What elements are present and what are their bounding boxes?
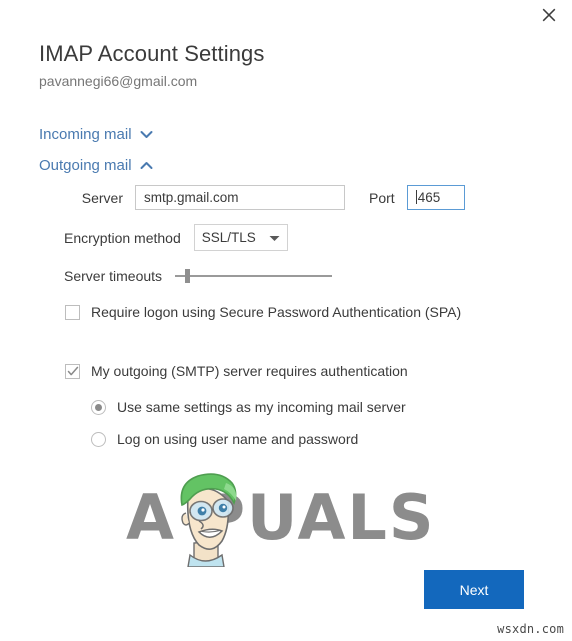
radio-use-same-settings-label: Use same settings as my incoming mail se… <box>117 399 406 415</box>
server-input[interactable] <box>135 185 345 210</box>
text-caret <box>415 190 417 204</box>
appuals-mascot-icon <box>166 469 244 572</box>
smtp-auth-checkbox[interactable]: My outgoing (SMTP) server requires authe… <box>65 362 408 381</box>
radio-circle <box>91 400 106 415</box>
chevron-down-icon <box>269 230 280 245</box>
server-timeouts-row: Server timeouts <box>64 268 333 284</box>
imap-account-settings-dialog: IMAP Account Settings pavannegi66@gmail.… <box>0 0 572 641</box>
site-watermark: wsxdn.com <box>497 622 564 636</box>
encryption-method-value: SSL/TLS <box>201 230 256 245</box>
slider-track <box>175 275 333 277</box>
encryption-method-row: Encryption method SSL/TLS <box>64 224 288 251</box>
radio-log-on-using-credentials[interactable]: Log on using user name and password <box>91 430 358 449</box>
smtp-auth-checkbox-label: My outgoing (SMTP) server requires authe… <box>91 363 408 379</box>
checkbox-box <box>65 364 80 379</box>
server-port-row: Server Port 465 <box>64 185 465 210</box>
section-toggle-outgoing-mail[interactable]: Outgoing mail <box>39 157 153 174</box>
page-title: IMAP Account Settings <box>39 41 265 66</box>
port-label: Port <box>369 189 395 206</box>
port-input[interactable]: 465 <box>406 185 465 210</box>
appuals-watermark-logo: A PUALS <box>126 473 456 568</box>
encryption-method-label: Encryption method <box>64 229 181 246</box>
chevron-up-icon <box>140 157 153 174</box>
spa-checkbox[interactable]: Require logon using Secure Password Auth… <box>65 303 461 322</box>
close-button[interactable] <box>534 2 564 28</box>
radio-use-same-settings[interactable]: Use same settings as my incoming mail se… <box>91 398 406 417</box>
account-email: pavannegi66@gmail.com <box>39 73 198 89</box>
radio-circle <box>91 432 106 447</box>
encryption-method-select[interactable]: SSL/TLS <box>193 224 288 251</box>
section-toggle-incoming-mail[interactable]: Incoming mail <box>39 126 153 143</box>
next-button[interactable]: Next <box>424 570 524 609</box>
section-label-incoming-mail: Incoming mail <box>39 126 132 143</box>
checkbox-box <box>65 305 80 320</box>
spa-checkbox-label: Require logon using Secure Password Auth… <box>91 304 462 320</box>
server-label: Server <box>81 189 123 206</box>
radio-log-on-using-credentials-label: Log on using user name and password <box>117 431 359 447</box>
chevron-down-icon <box>140 126 153 143</box>
next-button-label: Next <box>459 581 489 598</box>
server-timeouts-slider[interactable] <box>175 268 333 284</box>
slider-thumb[interactable] <box>185 269 191 283</box>
server-timeouts-label: Server timeouts <box>64 268 163 284</box>
close-icon <box>541 7 557 23</box>
dialog-header: IMAP Account Settings pavannegi66@gmail.… <box>39 40 519 91</box>
section-label-outgoing-mail: Outgoing mail <box>39 157 132 174</box>
port-input-value: 465 <box>417 190 441 205</box>
